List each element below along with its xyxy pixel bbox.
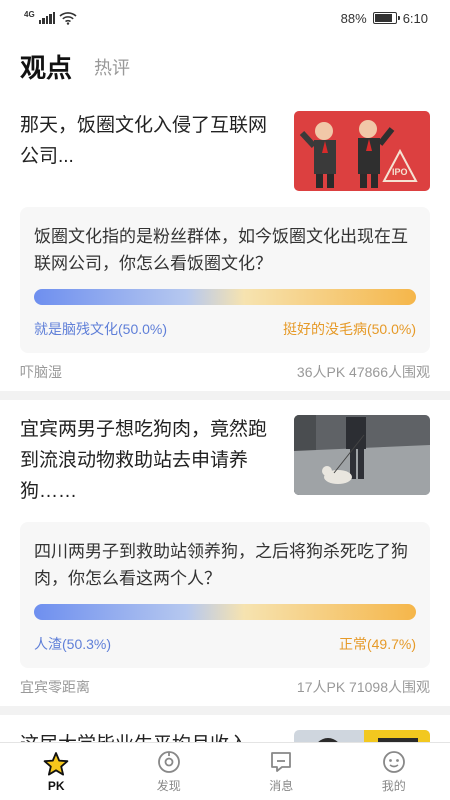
poll-option-b[interactable]: 挺好的没毛病(50.0%)	[283, 319, 416, 339]
tab-hot-comments[interactable]: 热评	[94, 55, 130, 81]
poll-option-a[interactable]: 人渣(50.3%)	[34, 634, 111, 654]
poll-split-bar	[34, 289, 416, 305]
tab-viewpoints[interactable]: 观点	[20, 52, 73, 84]
poll-option-a[interactable]: 就是脑残文化(50.0%)	[34, 319, 167, 339]
nav-discover-label: 发现	[156, 779, 181, 793]
feed[interactable]: 那天，饭圈文化入侵了互联网公司... IPO 饭圈文化指的是粉丝群体，如今饭圈文…	[0, 96, 450, 742]
card-footer: 宜宾零距离 17人PK 71098人围观	[20, 668, 430, 706]
poll-options: 就是脑残文化(50.0%) 挺好的没毛病(50.0%)	[34, 319, 416, 339]
signal-icon	[38, 12, 56, 24]
feed-card[interactable]: 宜宾两男子想吃狗肉，竟然跑到流浪动物救助站去申请养狗…… 四川两男子到救助站领养…	[0, 400, 450, 715]
card-header[interactable]: 这届大学毕业生平均月收入4024元，你拖后腿了吗？	[20, 729, 430, 742]
clock: 6:10	[402, 10, 428, 26]
card-author[interactable]: 吓脑湿	[20, 362, 62, 382]
status-bar: 4G 88% 6:10	[0, 0, 450, 36]
poll-box[interactable]: 饭圈文化指的是粉丝群体，如今饭圈文化出现在互联网公司，你怎么看饭圈文化？ 就是脑…	[20, 207, 430, 353]
poll-split-bar	[34, 604, 416, 620]
battery-percent: 88%	[340, 10, 367, 26]
nav-profile[interactable]: 我的	[338, 743, 450, 800]
poll-option-b[interactable]: 正常(49.7%)	[339, 634, 416, 654]
card-footer: 吓脑湿 36人PK 47866人围观	[20, 353, 430, 391]
card-thumbnail[interactable]	[294, 730, 430, 742]
card-stats: 17人PK 71098人围观	[296, 679, 430, 695]
street-photo	[294, 415, 430, 495]
nav-messages[interactable]: 消息	[225, 743, 338, 800]
card-header[interactable]: 宜宾两男子想吃狗肉，竟然跑到流浪动物救助站去申请养狗……	[20, 414, 430, 507]
feed-card[interactable]: 那天，饭圈文化入侵了互联网公司... IPO 饭圈文化指的是粉丝群体，如今饭圈文…	[0, 96, 450, 400]
card-thumbnail[interactable]	[294, 415, 430, 495]
nav-pk[interactable]: PK	[0, 743, 113, 800]
card-author[interactable]: 宜宾零距离	[20, 677, 90, 697]
wifi-icon	[59, 12, 77, 25]
poll-question: 饭圈文化指的是粉丝群体，如今饭圈文化出现在互联网公司，你怎么看饭圈文化？	[34, 227, 408, 273]
star-icon	[43, 751, 69, 776]
card-thumbnail[interactable]: IPO	[294, 111, 430, 191]
card-title[interactable]: 那天，饭圈文化入侵了互联网公司...	[20, 110, 282, 172]
poll-question: 四川两男子到救助站领养狗，之后将狗杀死吃了狗肉，你怎么看这两个人？	[34, 542, 408, 588]
battery-icon	[372, 12, 400, 24]
feed-card[interactable]: 这届大学毕业生平均月收入4024元，你拖后腿了吗？	[0, 715, 450, 742]
cartoon-illustration: IPO	[294, 111, 430, 191]
nav-discover[interactable]: 发现	[113, 743, 226, 800]
card-title[interactable]: 宜宾两男子想吃狗肉，竟然跑到流浪动物救助站去申请养狗……	[20, 414, 282, 507]
network-type: 4G	[24, 9, 35, 19]
nav-profile-label: 我的	[381, 779, 406, 793]
student-photo	[294, 730, 430, 742]
poll-box[interactable]: 四川两男子到救助站领养狗，之后将狗杀死吃了狗肉，你怎么看这两个人？ 人渣(50.…	[20, 522, 430, 668]
status-right: 88% 6:10	[341, 11, 428, 26]
nav-pk-label: PK	[47, 778, 65, 793]
bottom-tab-bar: PK 发现 消息 我的	[0, 742, 450, 800]
card-title[interactable]: 这届大学毕业生平均月收入4024元，你拖后腿了吗？	[20, 729, 282, 742]
card-header[interactable]: 那天，饭圈文化入侵了互联网公司... IPO	[20, 110, 430, 192]
nav-messages-label: 消息	[269, 779, 294, 793]
status-left: 4G	[24, 9, 77, 25]
ipo-text: IPO	[392, 167, 408, 177]
profile-icon	[382, 751, 405, 773]
poll-options: 人渣(50.3%) 正常(49.7%)	[34, 634, 416, 654]
top-tabs: 观点 热评	[20, 44, 130, 84]
message-icon	[271, 752, 292, 772]
card-stats: 36人PK 47866人围观	[296, 364, 430, 380]
discover-icon	[157, 751, 180, 773]
